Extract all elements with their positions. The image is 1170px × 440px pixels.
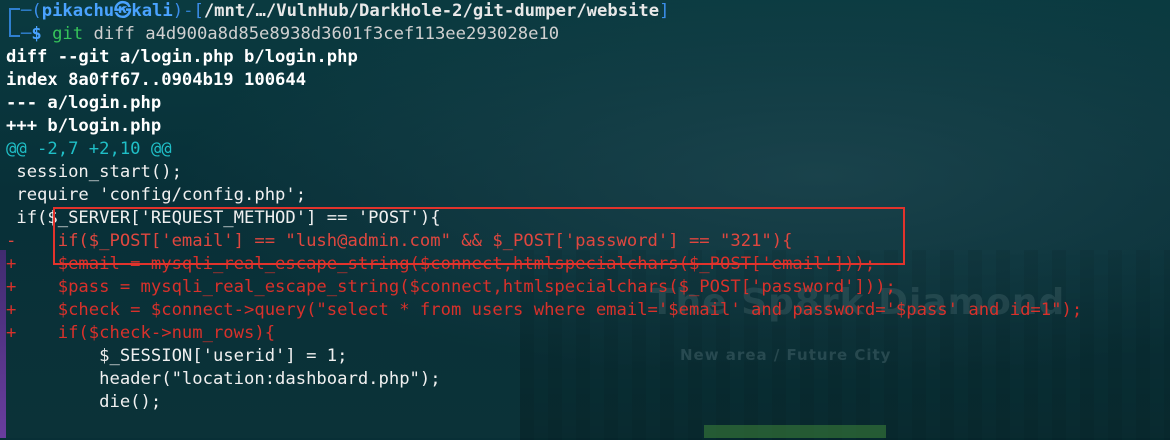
prompt-line: ─(pikachu㉿kali)-[/mnt/…/VulnHub/DarkHole… [21, 0, 669, 23]
diff-line: header("location:dashboard.php"); [6, 369, 441, 389]
prompt-open-paren: ( [31, 1, 42, 21]
diff-new-file-line: +++ b/login.php [6, 116, 162, 136]
terminal-window[interactable]: ─(pikachu㉿kali)-[/mnt/…/VulnHub/DarkHole… [0, 0, 1170, 438]
prompt-path-close: ] [659, 1, 670, 21]
prompt-dash-2: ─ [21, 24, 32, 44]
diff-line: $_SESSION['userid'] = 1; [6, 346, 348, 366]
prompt-corner-line [9, 8, 20, 37]
diff-added-line: + $check = $connect->query("select * fro… [6, 300, 1083, 320]
highlight-annotation-box [53, 207, 905, 265]
diff-old-file-line: --- a/login.php [6, 93, 162, 113]
command-line: ─$ git diff a4d900a8d85e8938d3601f3cef11… [21, 23, 559, 46]
diff-header-line: diff --git a/login.php b/login.php [6, 47, 358, 67]
diff-added-line: + if($check->num_rows){ [6, 323, 276, 343]
prompt-user-host: pikachu㉿kali [41, 1, 173, 21]
prompt-path-open: [ [193, 1, 204, 21]
diff-index-line: index 8a0ff67..0904b19 100644 [6, 70, 307, 90]
diff-line: die(); [6, 392, 162, 412]
diff-added-line: + $pass = mysqli_real_escape_string($con… [6, 277, 896, 297]
prompt-close-paren: ) [172, 1, 184, 21]
command-git: git [52, 24, 84, 44]
diff-line: require 'config/config.php'; [6, 185, 307, 205]
diff-line: session_start(); [6, 162, 182, 182]
prompt-dash: ─ [21, 1, 32, 21]
prompt-dollar: $ [31, 24, 42, 44]
prompt-separator: - [183, 1, 194, 21]
prompt-path: /mnt/…/VulnHub/DarkHole-2/git-dumper/web… [203, 1, 660, 21]
command-args: diff a4d900a8d85e8938d3601f3cef113ee2930… [93, 24, 560, 44]
diff-hunk-header: @@ -2,7 +2,10 @@ [6, 139, 172, 159]
